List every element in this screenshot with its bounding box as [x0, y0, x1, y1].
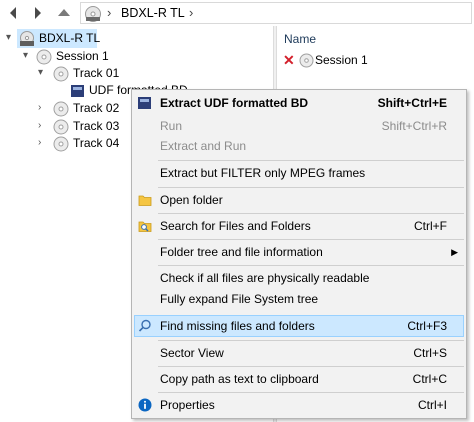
- tree-node-label: Track 01: [73, 66, 120, 80]
- menu-item-copy-path[interactable]: Copy path as text to clipboard Ctrl+C: [134, 368, 464, 390]
- menu-item-label: Properties: [160, 398, 215, 412]
- search-icon: [138, 319, 151, 332]
- menu-item-shortcut: Ctrl+I: [417, 398, 447, 412]
- context-menu: Extract UDF formatted BD Shift+Ctrl+E Ru…: [131, 89, 467, 419]
- menu-item-check-readable[interactable]: Check if all files are physically readab…: [134, 267, 464, 289]
- menu-separator: [158, 213, 464, 214]
- up-arrow-icon: [58, 9, 70, 16]
- menu-item-shortcut: Shift+Ctrl+E: [377, 96, 447, 110]
- forward-arrow-icon: [35, 7, 41, 19]
- menu-item-properties[interactable]: Properties Ctrl+I: [134, 394, 464, 416]
- menu-item-expand-tree[interactable]: Fully expand File System tree: [134, 288, 464, 310]
- chevron-right-icon[interactable]: ›: [38, 134, 41, 152]
- back-arrow-icon: [10, 7, 16, 19]
- info-icon: [138, 398, 152, 412]
- menu-item-label: Folder tree and file information: [160, 245, 323, 259]
- up-button[interactable]: [55, 4, 73, 22]
- menu-item-label: Extract UDF formatted BD: [160, 96, 309, 110]
- back-button[interactable]: [5, 4, 23, 22]
- column-header-name[interactable]: Name: [284, 32, 316, 46]
- menu-separator: [158, 187, 464, 188]
- tree-node-label: Track 02: [73, 101, 120, 115]
- disc-icon: [53, 66, 69, 82]
- menu-item-shortcut: Shift+Ctrl+R: [381, 119, 447, 133]
- menu-item-label: Extract but FILTER only MPEG frames: [160, 166, 366, 180]
- menu-item-extract-filter-mpeg[interactable]: Extract but FILTER only MPEG frames: [134, 162, 464, 184]
- udf-badge-icon: [71, 85, 84, 97]
- menu-item-search[interactable]: Search for Files and Folders Ctrl+F: [134, 215, 464, 237]
- chevron-down-icon[interactable]: ▾: [6, 29, 11, 47]
- udf-badge-icon: [138, 97, 151, 109]
- disc-icon: [36, 49, 52, 65]
- disc-icon: [85, 6, 101, 22]
- address-bar[interactable]: › BDXL-R TL ›: [80, 2, 472, 24]
- menu-item-label: Extract and Run: [160, 139, 247, 153]
- disc-icon: [299, 53, 314, 68]
- menu-item-label: Check if all files are physically readab…: [160, 271, 370, 285]
- tree-node-label: BDXL-R TL: [39, 31, 101, 45]
- menu-item-label: Sector View: [160, 346, 224, 360]
- breadcrumb-separator[interactable]: ›: [189, 5, 193, 20]
- search-folder-icon: [138, 221, 152, 232]
- missing-x-icon: ✕: [283, 52, 295, 68]
- menu-item-label: Copy path as text to clipboard: [160, 372, 319, 386]
- menu-item-extract-and-run[interactable]: Extract and Run: [134, 135, 464, 157]
- menu-item-shortcut: Ctrl+F3: [407, 319, 447, 333]
- menu-item-label: Open folder: [160, 193, 223, 207]
- menu-separator: [158, 160, 464, 161]
- menu-separator: [158, 340, 464, 341]
- menu-item-run[interactable]: Run Shift+Ctrl+R: [134, 115, 464, 137]
- menu-separator: [158, 392, 464, 393]
- disc-icon: [53, 101, 69, 117]
- disc-icon: [53, 136, 69, 152]
- tree-node-label: Track 04: [73, 136, 120, 150]
- menu-item-label: Fully expand File System tree: [160, 292, 319, 306]
- menu-separator: [158, 366, 464, 367]
- tree-node-label: Session 1: [56, 49, 109, 63]
- menu-item-extract-udf[interactable]: Extract UDF formatted BD Shift+Ctrl+E: [134, 92, 464, 114]
- menu-item-open-folder[interactable]: Open folder: [134, 189, 464, 211]
- menu-item-label: Run: [160, 119, 183, 133]
- breadcrumb-item[interactable]: BDXL-R TL: [121, 6, 185, 20]
- menu-item-shortcut: Ctrl+F: [414, 219, 447, 233]
- menu-item-find-missing[interactable]: Find missing files and folders Ctrl+F3: [134, 315, 464, 337]
- menu-separator: [158, 239, 464, 240]
- menu-item-label: Search for Files and Folders: [160, 219, 311, 233]
- chevron-right-icon[interactable]: ›: [38, 99, 41, 117]
- navigation-toolbar: › BDXL-R TL ›: [0, 0, 474, 26]
- menu-item-sector-view[interactable]: Sector View Ctrl+S: [134, 342, 464, 364]
- forward-button[interactable]: [29, 4, 47, 22]
- disc-icon: [53, 119, 69, 135]
- tree-node-label: Track 03: [73, 119, 120, 133]
- menu-item-folder-tree-info[interactable]: Folder tree and file information ▶: [134, 241, 464, 263]
- breadcrumb-separator[interactable]: ›: [107, 5, 111, 20]
- folder-icon: [138, 195, 152, 206]
- chevron-down-icon[interactable]: ▾: [23, 47, 28, 65]
- menu-separator: [158, 265, 464, 266]
- menu-item-label: Find missing files and folders: [160, 319, 315, 333]
- list-item-label: Session 1: [315, 53, 368, 67]
- menu-item-shortcut: Ctrl+C: [412, 372, 447, 386]
- submenu-arrow-icon: ▶: [451, 247, 458, 257]
- chevron-right-icon[interactable]: ›: [38, 117, 41, 135]
- disc-drive-icon: [20, 31, 34, 46]
- menu-item-shortcut: Ctrl+S: [413, 346, 447, 360]
- chevron-down-icon[interactable]: ▾: [38, 64, 43, 82]
